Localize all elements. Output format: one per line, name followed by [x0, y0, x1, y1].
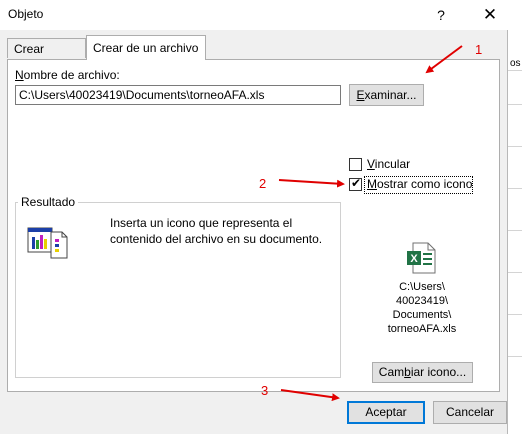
grid-line [508, 356, 522, 357]
browse-button-label: xaminar... [364, 88, 417, 102]
grid-line [508, 146, 522, 147]
change-icon-label-post: iar icono... [410, 365, 467, 379]
background-sheet-text: os [510, 58, 521, 69]
tab-label: Crear de un archivo [93, 41, 199, 55]
change-icon-button[interactable]: Cambiar icono... [372, 362, 473, 383]
object-dialog: Objeto ? ✕ Crear nuevo Crear de un archi… [0, 0, 508, 434]
grid-line [508, 104, 522, 105]
grid-line [508, 230, 522, 231]
icon-caption-line: C:\Users\ [399, 281, 445, 293]
link-label-text: incular [374, 157, 411, 171]
tab-crear-nuevo[interactable]: Crear nuevo [7, 38, 86, 76]
result-description: Inserta un icono que representa el conte… [110, 216, 323, 246]
close-button[interactable]: ✕ [476, 3, 504, 27]
annotation-number-3: 3 [261, 383, 269, 398]
icon-caption-line: Documents\ [392, 309, 452, 321]
browse-button[interactable]: Examinar... [349, 84, 424, 106]
help-button[interactable]: ? [428, 3, 454, 27]
display-as-icon-accesskey: M [367, 177, 377, 191]
icon-caption: C:\Users\ 40023419\ Documents\ torneoAFA… [378, 280, 466, 336]
tab-crear-de-archivo[interactable]: Crear de un archivo [86, 35, 206, 60]
grid-line [508, 70, 522, 71]
change-icon-accesskey: b [404, 365, 411, 379]
display-as-icon-checkbox[interactable]: ✔ [349, 176, 362, 191]
svg-text:X: X [410, 253, 418, 265]
icon-caption-line: torneoAFA.xls [387, 323, 457, 335]
grid-line [508, 188, 522, 189]
link-label[interactable]: Vincular [367, 157, 410, 171]
change-icon-label-pre: Cam [378, 365, 405, 379]
display-as-icon-label[interactable]: Mostrar como icono [367, 177, 472, 191]
link-checkbox[interactable] [349, 158, 362, 171]
grid-line [508, 272, 522, 273]
title-bar: Objeto ? ✕ [0, 0, 508, 30]
display-as-icon-text: ostrar como icono [377, 177, 473, 191]
grid-line [508, 314, 522, 315]
result-group-title: Resultado [18, 195, 79, 209]
file-name-label: Nombre de archivo: [15, 68, 120, 82]
cancel-button[interactable]: Cancelar [433, 401, 507, 424]
file-name-label-text: ombre de archivo: [23, 68, 120, 82]
background-sheet-strip: os [508, 0, 522, 434]
annotation-number-1: 1 [475, 42, 483, 57]
link-label-accesskey: V [367, 157, 375, 171]
excel-file-icon: X [407, 242, 436, 274]
dialog-title: Objeto [8, 7, 44, 21]
ok-button[interactable]: Aceptar [347, 401, 425, 424]
file-name-label-accesskey: N [15, 68, 24, 82]
checkmark-icon: ✔ [351, 176, 362, 190]
icon-caption-line: 40023419\ [396, 295, 448, 307]
file-path-input[interactable] [15, 85, 341, 105]
annotation-number-2: 2 [259, 176, 267, 191]
object-icon [27, 227, 68, 259]
